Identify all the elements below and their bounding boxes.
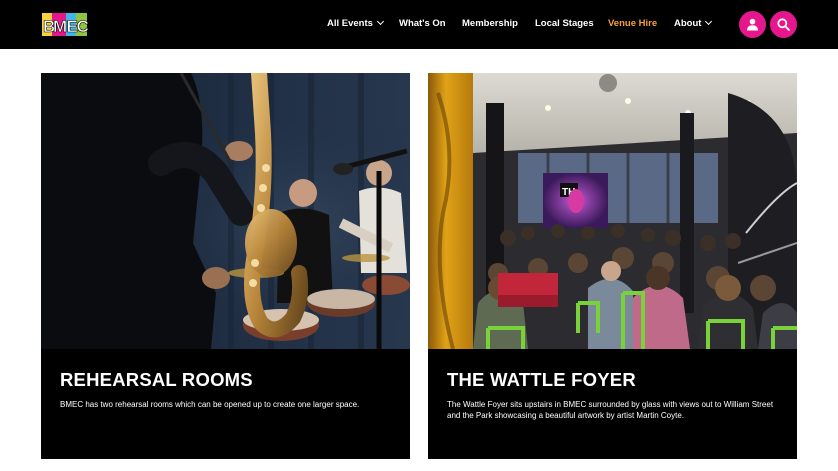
nav-membership-label: Membership: [462, 18, 518, 29]
nav-about[interactable]: About: [674, 17, 713, 29]
nav-whats-on[interactable]: What's On: [399, 18, 446, 29]
search-button[interactable]: [770, 11, 797, 38]
rehearsal-rooms-photo: [41, 73, 410, 349]
card-title: REHEARSAL ROOMS: [60, 369, 253, 390]
nav-all-events-label: All Events: [327, 18, 373, 29]
account-button[interactable]: [739, 11, 766, 38]
chevron-down-icon: [705, 17, 713, 26]
bmec-logo[interactable]: B M E C: [41, 11, 89, 38]
search-icon: [777, 18, 790, 31]
nav-local-stages[interactable]: Local Stages: [535, 18, 594, 29]
venue-card-wattle-foyer[interactable]: TH THE WATTLE FOYER The Wattle Foyer sit…: [428, 73, 797, 459]
nav-membership[interactable]: Membership: [462, 18, 518, 29]
svg-text:C: C: [77, 17, 89, 36]
nav-venue-hire-label: Venue Hire: [608, 18, 658, 29]
nav-about-label: About: [674, 18, 702, 29]
nav-local-stages-label: Local Stages: [535, 18, 594, 29]
venue-card-rehearsal-rooms[interactable]: REHEARSAL ROOMS BMEC has two rehearsal r…: [41, 73, 410, 459]
chevron-down-icon: [376, 17, 384, 26]
user-icon: [747, 18, 758, 31]
nav-whats-on-label: What's On: [399, 18, 446, 29]
card-description: BMEC has two rehearsal rooms which can b…: [60, 400, 360, 409]
site-header: B M E C All Events What's On Membership …: [0, 0, 838, 49]
card-title: THE WATTLE FOYER: [447, 369, 636, 390]
card-description: The Wattle Foyer sits upstairs in BMEC s…: [447, 400, 774, 420]
nav-venue-hire[interactable]: Venue Hire: [608, 18, 657, 29]
nav-all-events[interactable]: All Events: [327, 17, 384, 29]
svg-text:M: M: [53, 17, 67, 36]
wattle-foyer-photo: TH: [428, 73, 797, 349]
